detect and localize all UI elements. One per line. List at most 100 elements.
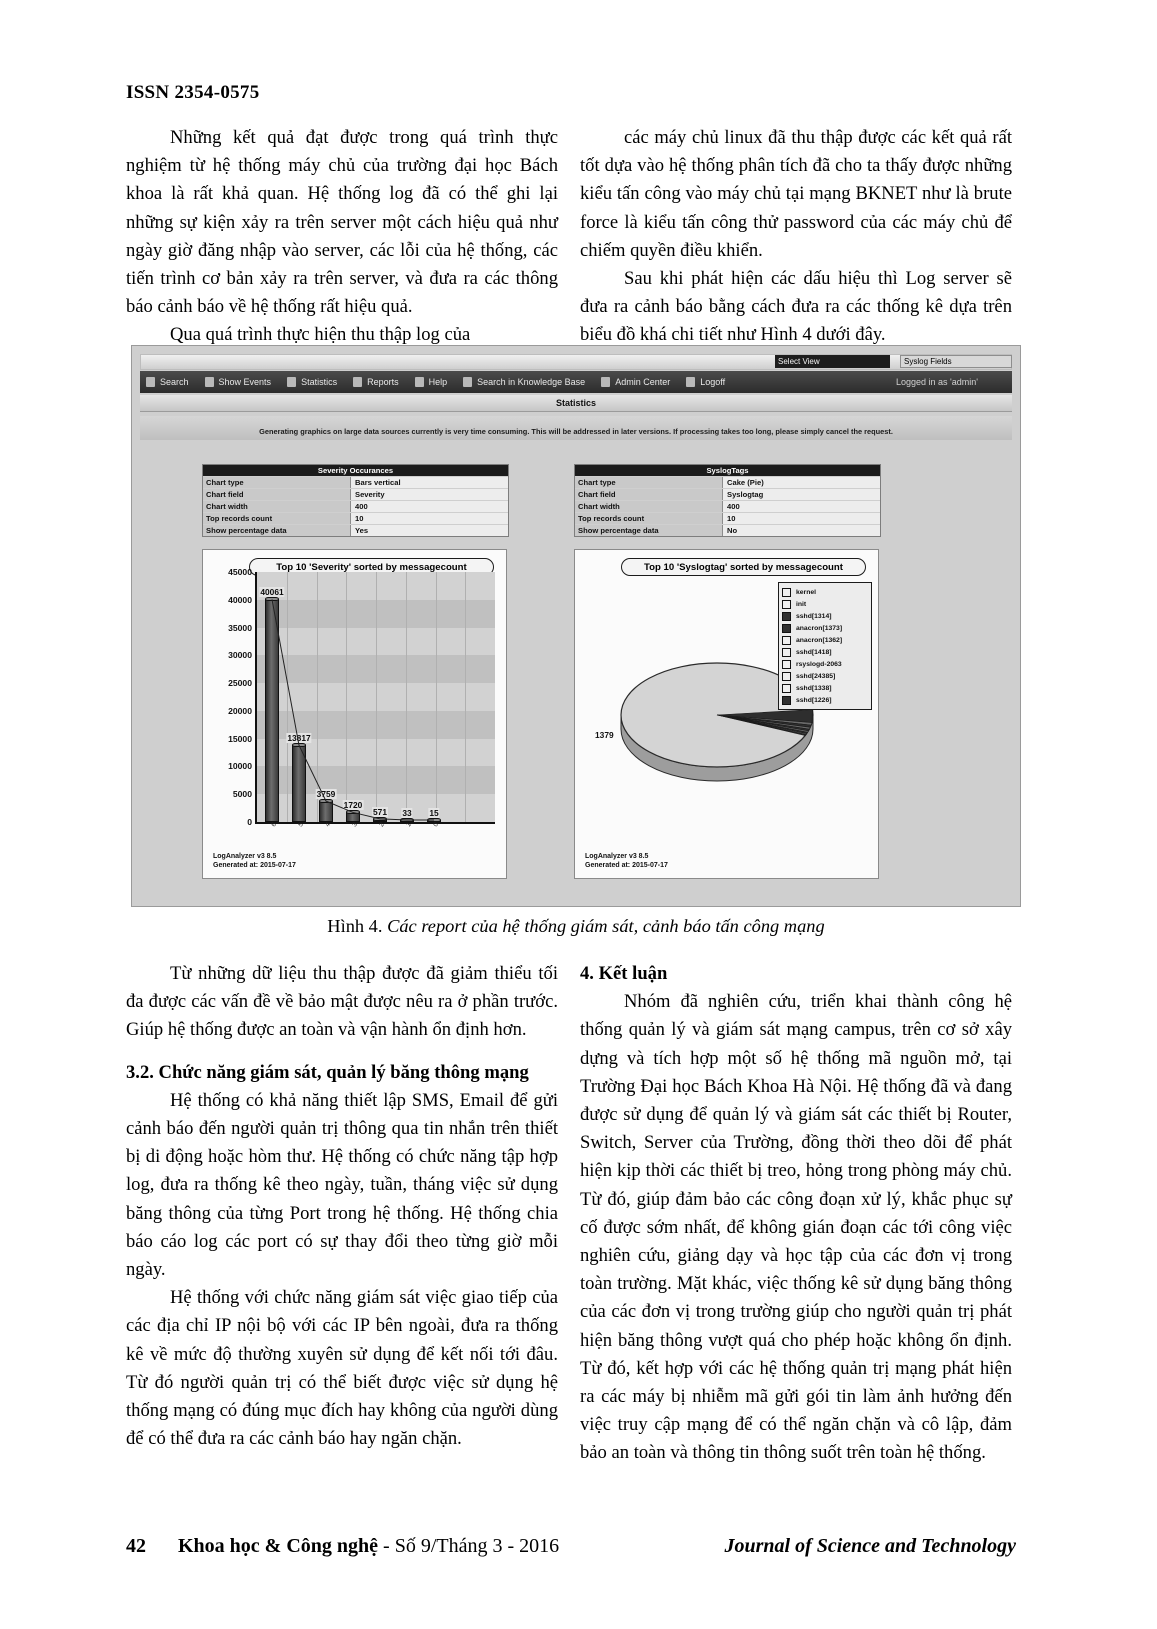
syslogtags-settings-table: SyslogTags Chart type Cake (Pie) Chart f… <box>574 464 881 537</box>
settings-value: No <box>723 525 880 536</box>
logoff-icon <box>686 377 696 387</box>
menu-item-help[interactable]: Help <box>414 377 448 387</box>
bottom-left-column: Từ những dữ liệu thu thập được đã giảm t… <box>126 960 558 1453</box>
legend-item: sshd[24385] <box>782 670 868 682</box>
legend-label: sshd[1418] <box>796 648 832 656</box>
settings-row: Top records count 10 <box>575 512 880 524</box>
x-axis-tick-label: 1 <box>405 821 413 829</box>
legend-item: sshd[1226] <box>782 694 868 706</box>
knowledge-base-icon <box>463 377 473 387</box>
menu-item-logoff[interactable]: Logoff <box>686 377 725 387</box>
select-view-dropdown[interactable]: Select View <box>775 355 890 368</box>
settings-key: Chart field <box>203 489 351 500</box>
x-axis-tick-label: 4 <box>324 821 332 829</box>
top-two-column-text: Những kết quả đạt được trong quá trình t… <box>126 124 1012 350</box>
legend-item: init <box>782 598 868 610</box>
report-icon <box>353 377 363 387</box>
legend-label: sshd[1226] <box>796 696 832 704</box>
section-heading-3-2: 3.2. Chức năng giám sát, quản lý băng th… <box>126 1061 529 1083</box>
settings-key: Chart type <box>575 477 723 488</box>
menu-item-search-knowledge-base[interactable]: Search in Knowledge Base <box>463 377 585 387</box>
page-number: 42 <box>126 1535 146 1557</box>
menu-item-search[interactable]: Search <box>146 377 189 387</box>
top-right-column: các máy chủ linux đã thu thập được các k… <box>580 124 1012 350</box>
figure-caption-label: Hình 4. <box>327 916 383 936</box>
bar-chart-plot-area: 5000 10000 15000 20000 25000 30000 35000 40000 4… <box>228 567 495 828</box>
figure-caption-text: Các report của hệ thống giám sát, cảnh b… <box>387 916 825 936</box>
chart-footer: LogAnalyzer v3 8.5 Generated at: 2015-07… <box>585 852 668 870</box>
syslog-fields-label: Syslog Fields <box>904 357 952 366</box>
y-axis-tick-label: 30000 <box>228 650 252 661</box>
section-heading-4: 4. Kết luận <box>580 963 668 984</box>
severity-settings-table: Severity Occurances Chart type Bars vert… <box>202 464 509 537</box>
settings-title: Severity Occurances <box>203 465 508 476</box>
select-view-label: Select View <box>778 357 820 366</box>
y-axis-tick-label: 25000 <box>228 678 252 689</box>
journal-issue-vi: - Số 9/Tháng 3 - 2016 <box>383 1535 560 1557</box>
menu-label: Show Events <box>218 377 272 387</box>
legend-label: init <box>796 600 807 608</box>
severity-pane: Severity Occurances Chart type Bars vert… <box>202 464 512 898</box>
paragraph: Từ những dữ liệu thu thập được đã giảm t… <box>126 963 558 1041</box>
settings-key: Show percentage data <box>575 525 723 536</box>
app-menu-bar: Search Show Events Statistics Reports He… <box>140 371 1012 393</box>
settings-key: Chart field <box>575 489 723 500</box>
menu-label: Help <box>428 377 448 387</box>
pie-chart-title: Top 10 'Syslogtag' sorted by messagecoun… <box>621 558 866 576</box>
legend-swatch <box>782 695 791 705</box>
chart-generated-at: Generated at: 2015-07-17 <box>213 862 296 869</box>
legend-swatch <box>782 587 791 597</box>
paragraph: Nhóm đã nghiên cứu, triển khai thành côn… <box>580 991 1012 1464</box>
legend-item: anacron[1373] <box>782 622 868 634</box>
x-axis-tick-label: 3 <box>351 821 359 829</box>
legend-label: sshd[1338] <box>796 684 832 692</box>
chart-version: LogAnalyzer v3 8.5 <box>585 853 649 860</box>
legend-label: sshd[1314] <box>796 612 832 620</box>
legend-label: sshd[24385] <box>796 672 836 680</box>
menu-item-admin-center[interactable]: Admin Center <box>601 377 670 387</box>
paragraph: Những kết quả đạt được trong quá trình t… <box>126 127 558 318</box>
trend-line <box>271 599 434 821</box>
settings-key: Show percentage data <box>203 525 351 536</box>
journal-name-vi: Khoa học & Công nghệ <box>178 1535 379 1557</box>
legend-item: rsyslogd-2063 <box>782 658 868 670</box>
settings-value: Yes <box>351 525 508 536</box>
notice-message: Generating graphics on large data source… <box>140 416 1012 440</box>
paragraph: Hệ thống có khả năng thiết lập SMS, Emai… <box>126 1089 558 1281</box>
legend-swatch <box>782 683 791 693</box>
bottom-right-column: 4. Kết luận Nhóm đã nghiên cứu, triển kh… <box>580 960 1012 1468</box>
legend-item: anacron[1362] <box>782 634 868 646</box>
settings-key: Chart width <box>575 501 723 512</box>
settings-value: 10 <box>723 513 880 524</box>
legend-swatch <box>782 659 791 669</box>
y-axis-tick-label: 40000 <box>228 594 252 605</box>
menu-label: Reports <box>367 377 399 387</box>
syslog-fields-dropdown[interactable]: Syslog Fields <box>900 355 1012 368</box>
legend-swatch <box>782 599 791 609</box>
y-axis-tick-label: 35000 <box>228 622 252 633</box>
y-axis-tick-label: 20000 <box>228 705 252 716</box>
issn-line: ISSN 2354-0575 <box>126 82 260 103</box>
y-axis-tick-label: 10000 <box>228 761 252 772</box>
x-axis-tick-label: 5 <box>297 821 305 829</box>
legend-label: anacron[1373] <box>796 624 843 632</box>
figure-4-screenshot: Select View Syslog Fields Search Show Ev… <box>131 345 1021 907</box>
legend-item: sshd[1314] <box>782 610 868 622</box>
events-icon <box>204 377 214 387</box>
settings-key: Chart width <box>203 501 351 512</box>
menu-item-reports[interactable]: Reports <box>353 377 399 387</box>
menu-item-show-events[interactable]: Show Events <box>204 377 272 387</box>
legend-swatch <box>782 635 791 645</box>
settings-key: Top records count <box>203 513 351 524</box>
menu-item-statistics[interactable]: Statistics <box>287 377 337 387</box>
legend-label: anacron[1362] <box>796 636 843 644</box>
y-axis-tick-label: 15000 <box>228 733 252 744</box>
y-axis-tick-label: 0 <box>247 817 252 827</box>
x-axis-tick-label: 2 <box>378 821 386 829</box>
legend-swatch <box>782 611 791 621</box>
search-icon <box>146 377 155 387</box>
menu-label: Logoff <box>700 377 726 387</box>
settings-key: Top records count <box>575 513 723 524</box>
settings-row: Show percentage data No <box>575 524 880 536</box>
chart-footer: LogAnalyzer v3 8.5 Generated at: 2015-07… <box>213 852 296 870</box>
